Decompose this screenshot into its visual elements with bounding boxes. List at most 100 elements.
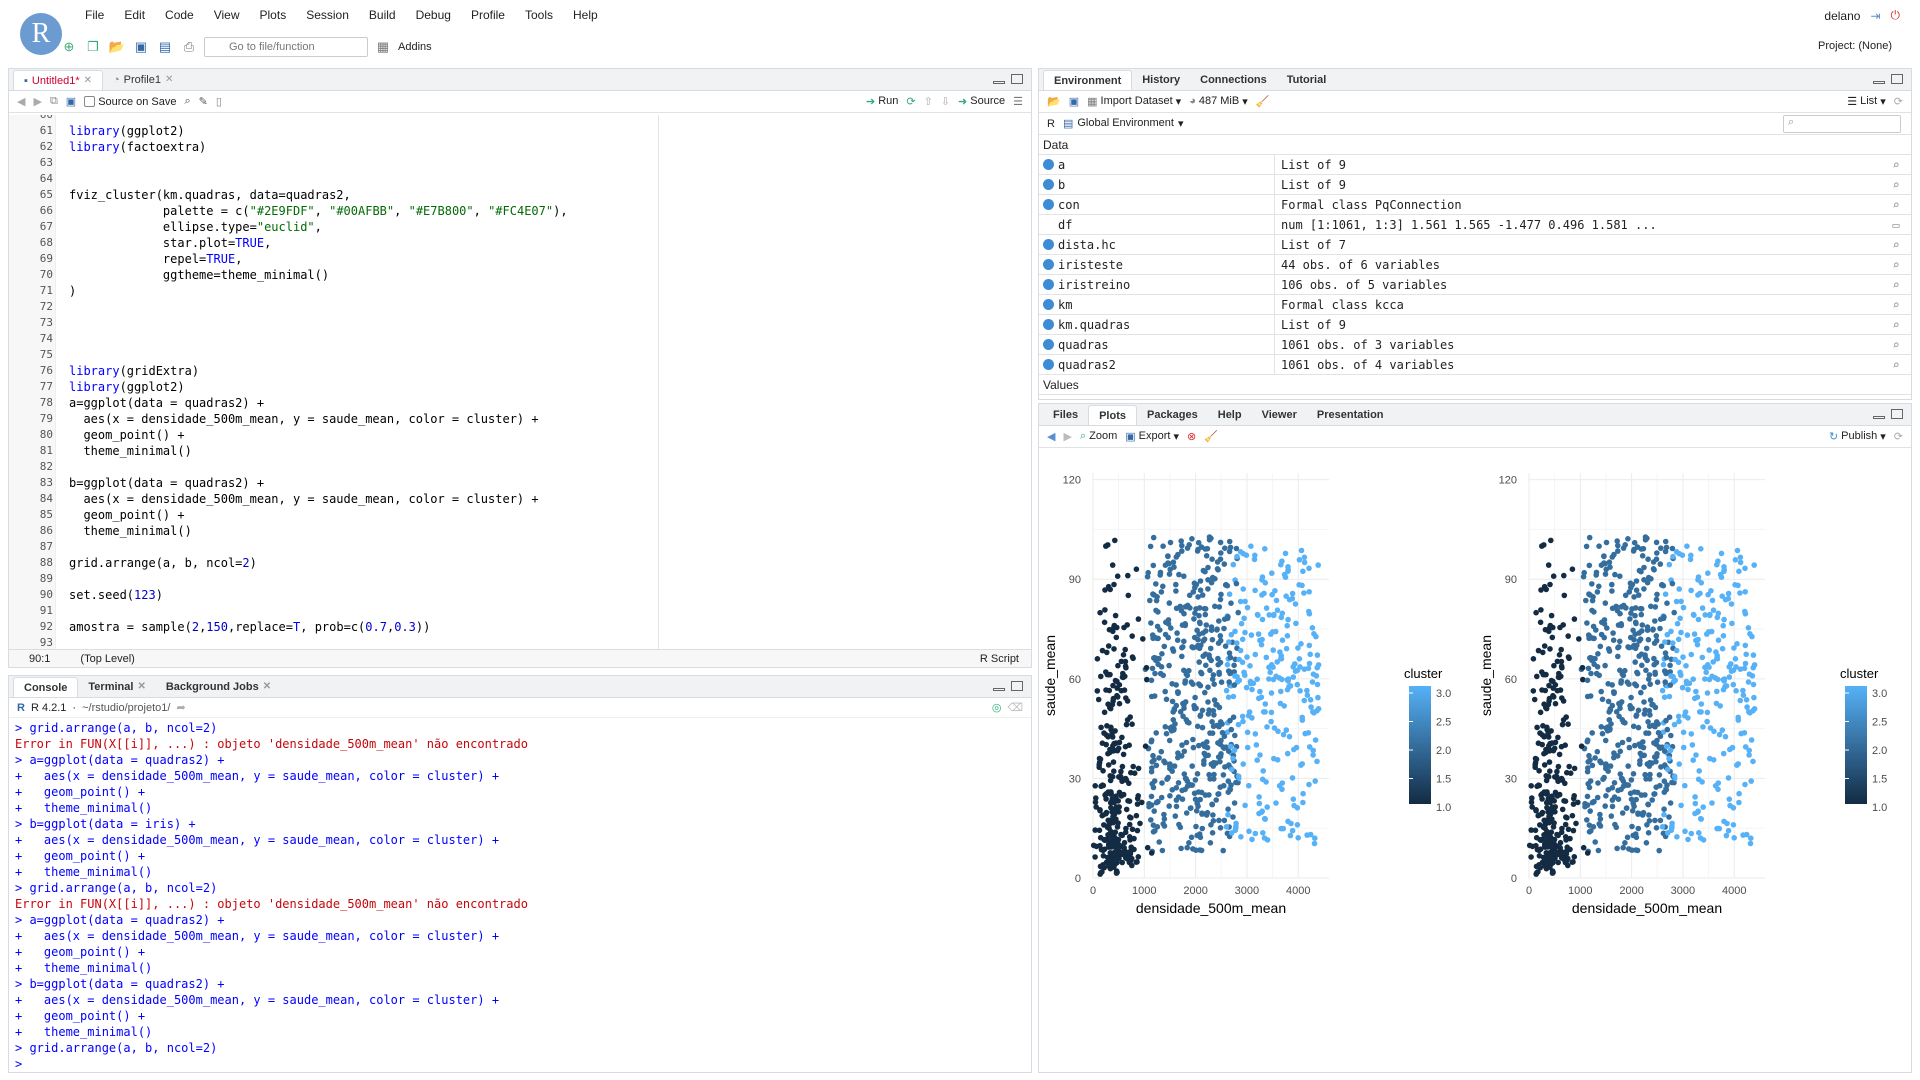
- expand-icon[interactable]: [1043, 259, 1054, 270]
- env-row-b[interactable]: b List of 9 ⌕: [1039, 175, 1911, 195]
- grid-layout-icon[interactable]: ▦: [374, 38, 392, 56]
- magnifier-icon[interactable]: ⌕: [1881, 358, 1911, 372]
- tab-profile1[interactable]: ◔ Profile1 ✕: [103, 70, 183, 90]
- zoom-button[interactable]: ⌕ Zoom: [1080, 430, 1117, 443]
- maximize-icon[interactable]: [1011, 74, 1023, 84]
- env-row-iristeste[interactable]: iristeste 44 obs. of 6 variables ⌕: [1039, 255, 1911, 275]
- minimize-icon[interactable]: [993, 81, 1005, 84]
- goto-dir-icon[interactable]: ➦: [176, 701, 185, 714]
- scope-selector[interactable]: (Top Level): [80, 653, 134, 665]
- go-up-icon[interactable]: ⇧: [924, 95, 933, 108]
- publish-button[interactable]: ↻ Publish ▾: [1829, 430, 1886, 443]
- menu-plots[interactable]: Plots: [250, 8, 297, 22]
- save-all-icon[interactable]: ▤: [156, 38, 174, 56]
- tab-viewer[interactable]: Viewer: [1252, 405, 1307, 425]
- rerun-icon[interactable]: ⟳: [906, 95, 915, 108]
- magnifier-icon[interactable]: ⌕: [1881, 198, 1911, 212]
- close-icon[interactable]: ✕: [84, 71, 92, 91]
- magnifier-icon[interactable]: ⌕: [1881, 298, 1911, 312]
- interrupt-icon[interactable]: ◎: [992, 701, 1002, 714]
- previous-plot-icon[interactable]: ◀: [1047, 430, 1055, 443]
- tab-plots[interactable]: Plots: [1088, 405, 1137, 425]
- close-icon[interactable]: ✕: [263, 677, 271, 697]
- tab-terminal[interactable]: Terminal ✕: [78, 677, 155, 697]
- source-button[interactable]: ➜ Source: [958, 95, 1005, 108]
- tab-background-jobs[interactable]: Background Jobs ✕: [156, 677, 281, 697]
- show-in-window-icon[interactable]: ⧉: [50, 95, 58, 108]
- env-row-quadras[interactable]: quadras 1061 obs. of 3 variables ⌕: [1039, 335, 1911, 355]
- maximize-icon[interactable]: [1891, 74, 1903, 84]
- env-row-km[interactable]: km Formal class kcca ⌕: [1039, 295, 1911, 315]
- minimize-icon[interactable]: [993, 688, 1005, 691]
- minimize-icon[interactable]: [1873, 416, 1885, 419]
- scope-select[interactable]: ▤ Global Environment ▾: [1063, 117, 1184, 130]
- menu-profile[interactable]: Profile: [461, 8, 515, 22]
- tab-untitled1[interactable]: ▪ Untitled1* ✕: [13, 70, 103, 90]
- refresh-icon[interactable]: ⟳: [1894, 430, 1903, 443]
- new-file-icon[interactable]: ⊕: [60, 38, 78, 56]
- close-icon[interactable]: ✕: [165, 70, 173, 90]
- load-workspace-icon[interactable]: 📂: [1047, 95, 1061, 108]
- view-mode-select[interactable]: ☰ List ▾: [1847, 95, 1886, 108]
- expand-icon[interactable]: [1043, 279, 1054, 290]
- menu-help[interactable]: Help: [563, 8, 608, 22]
- export-button[interactable]: ▣ Export ▾: [1125, 430, 1179, 443]
- magnifier-icon[interactable]: ⌕: [1881, 278, 1911, 292]
- next-plot-icon[interactable]: ▶: [1063, 430, 1071, 443]
- env-row-iristreino[interactable]: iristreino 106 obs. of 5 variables ⌕: [1039, 275, 1911, 295]
- tab-connections[interactable]: Connections: [1190, 70, 1277, 90]
- open-file-icon[interactable]: 📂: [108, 38, 126, 56]
- tab-history[interactable]: History: [1132, 70, 1190, 90]
- expand-icon[interactable]: [1043, 299, 1054, 310]
- magnifier-icon[interactable]: ⌕: [1881, 338, 1911, 352]
- remove-plot-icon[interactable]: ⊗: [1187, 430, 1196, 443]
- close-icon[interactable]: ✕: [137, 677, 145, 697]
- magnifier-icon[interactable]: ⌕: [1881, 318, 1911, 332]
- magnifier-icon[interactable]: ⌕: [1881, 258, 1911, 272]
- menu-tools[interactable]: Tools: [515, 8, 563, 22]
- project-menu[interactable]: Project: (None): [1818, 40, 1892, 52]
- env-row-km-quadras[interactable]: km.quadras List of 9 ⌕: [1039, 315, 1911, 335]
- tab-packages[interactable]: Packages: [1137, 405, 1208, 425]
- expand-icon[interactable]: [1043, 319, 1054, 330]
- goto-file-input[interactable]: Go to file/function: [204, 37, 368, 57]
- expand-icon[interactable]: [1043, 339, 1054, 350]
- console-output[interactable]: > grid.arrange(a, b, ncol=2) Error in FUN…: [9, 718, 1031, 1068]
- env-row-dista-hc[interactable]: dista.hc List of 7 ⌕: [1039, 235, 1911, 255]
- print-icon[interactable]: ⎙: [180, 38, 198, 56]
- magnifier-icon[interactable]: ⌕: [1881, 178, 1911, 192]
- expand-icon[interactable]: [1043, 239, 1054, 250]
- source-on-save-checkbox[interactable]: Source on Save: [84, 96, 176, 108]
- menu-file[interactable]: File: [75, 8, 114, 22]
- go-down-icon[interactable]: ⇩: [941, 95, 950, 108]
- search-icon[interactable]: ⌕: [184, 95, 190, 108]
- env-row-con[interactable]: con Formal class PqConnection ⌕: [1039, 195, 1911, 215]
- magnifier-icon[interactable]: ⌕: [1881, 158, 1911, 172]
- clear-console-icon[interactable]: ⌫: [1007, 701, 1031, 714]
- menu-edit[interactable]: Edit: [114, 8, 155, 22]
- menu-code[interactable]: Code: [155, 8, 204, 22]
- refresh-icon[interactable]: ⟳: [1894, 95, 1903, 108]
- save-workspace-icon[interactable]: ▣: [1069, 95, 1079, 108]
- grid-view-icon[interactable]: ▭: [1881, 218, 1911, 232]
- env-row-quadras2[interactable]: quadras2 1061 obs. of 4 variables ⌕: [1039, 355, 1911, 375]
- memory-usage[interactable]: ◕ 487 MiB ▾: [1189, 95, 1248, 108]
- outline-icon[interactable]: ☰: [1013, 95, 1023, 108]
- import-dataset-button[interactable]: ▦ Import Dataset ▾: [1087, 95, 1181, 108]
- signout-icon[interactable]: ⇥: [1870, 9, 1880, 23]
- file-type-selector[interactable]: R Script: [980, 653, 1031, 665]
- tab-environment[interactable]: Environment: [1043, 70, 1133, 90]
- tab-files[interactable]: Files: [1043, 405, 1088, 425]
- quit-session-icon[interactable]: ⏻: [1891, 8, 1901, 23]
- tab-help[interactable]: Help: [1208, 405, 1252, 425]
- minimize-icon[interactable]: [1873, 81, 1885, 84]
- env-row-a[interactable]: a List of 9 ⌕: [1039, 155, 1911, 175]
- back-icon[interactable]: ◀: [17, 95, 25, 108]
- language-select[interactable]: R: [1047, 118, 1055, 130]
- env-row-df[interactable]: df num [1:1061, 1:3] 1.561 1.565 -1.477 0…: [1039, 215, 1911, 235]
- menu-build[interactable]: Build: [359, 8, 406, 22]
- new-project-icon[interactable]: ❐: [84, 38, 102, 56]
- menu-debug[interactable]: Debug: [406, 8, 461, 22]
- magnifier-icon[interactable]: ⌕: [1881, 238, 1911, 252]
- expand-icon[interactable]: [1043, 179, 1054, 190]
